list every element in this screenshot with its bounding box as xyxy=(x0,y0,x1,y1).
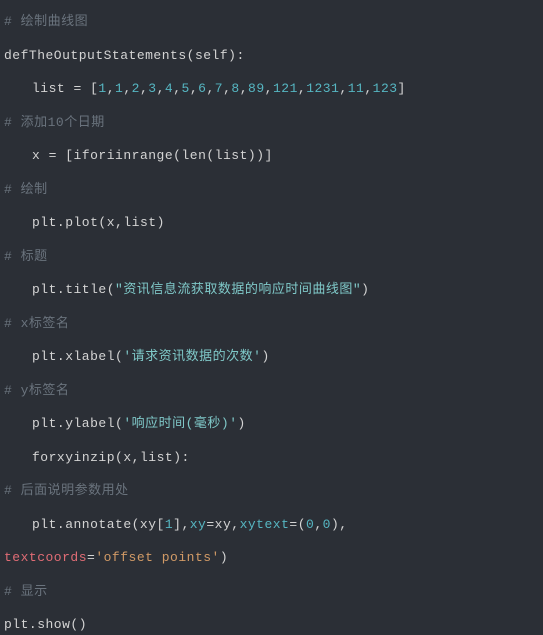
bracket: ], xyxy=(173,517,190,532)
code-line: forxyinzip(x,list): xyxy=(4,448,539,468)
func-call: plt.xlabel( xyxy=(32,349,123,364)
number: 89 xyxy=(248,81,265,96)
func-call: plt.show() xyxy=(4,617,87,632)
string: 'offset points' xyxy=(95,550,220,565)
number: 3 xyxy=(148,81,156,96)
number: 4 xyxy=(165,81,173,96)
self-param: self xyxy=(195,48,228,63)
paren: ))] xyxy=(248,148,273,163)
code-line: plt.annotate(xy[1],xy=xy,xytext=(0,0), xyxy=(4,515,539,535)
code-line: # 后面说明参数用处 xyxy=(4,481,539,501)
code-line: # 绘制 xyxy=(4,180,539,200)
assignment: list = [ xyxy=(32,81,98,96)
code-line: plt.xlabel('请求资讯数据的次数') xyxy=(4,347,539,367)
paren: ): xyxy=(173,450,190,465)
number: 11 xyxy=(348,81,365,96)
paren: ) xyxy=(157,215,165,230)
number: 1231 xyxy=(306,81,339,96)
code-line: # 绘制曲线图 xyxy=(4,12,539,32)
var: x xyxy=(123,450,131,465)
code-line: # y标签名 xyxy=(4,381,539,401)
paren: ): xyxy=(228,48,245,63)
comment: # 绘制 xyxy=(4,182,48,197)
kwarg: xy xyxy=(190,517,207,532)
operator: =( xyxy=(289,517,306,532)
string: '响应时间(毫秒)' xyxy=(123,416,237,431)
kwarg: textcoords xyxy=(4,550,87,565)
code-line: plt.ylabel('响应时间(毫秒)') xyxy=(4,414,539,434)
keyword: in xyxy=(115,148,132,163)
paren: ) xyxy=(238,416,246,431)
comment: # x标签名 xyxy=(4,316,69,331)
assignment: x = [ xyxy=(32,148,74,163)
keyword: for xyxy=(82,148,107,163)
code-line: list = [1,1,2,3,4,5,6,7,8,89,121,1231,11… xyxy=(4,79,539,99)
operator: = xyxy=(206,517,214,532)
paren: ) xyxy=(220,550,228,565)
number: 1 xyxy=(165,517,173,532)
paren: ) xyxy=(361,282,369,297)
builtin: zip xyxy=(90,450,115,465)
keyword: for xyxy=(32,450,57,465)
code-line: # 显示 xyxy=(4,582,539,602)
code-line: plt.plot(x,list) xyxy=(4,213,539,233)
number: 7 xyxy=(215,81,223,96)
code-line: x = [iforiinrange(len(list))] xyxy=(4,146,539,166)
number: 121 xyxy=(273,81,298,96)
code-line: textcoords='offset points') xyxy=(4,548,539,568)
number: 2 xyxy=(132,81,140,96)
comment: # 标题 xyxy=(4,249,48,264)
code-line: # 添加10个日期 xyxy=(4,113,539,133)
func-call: plt.plot( xyxy=(32,215,107,230)
keyword: in xyxy=(74,450,91,465)
var: list xyxy=(123,215,156,230)
keyword-def: def xyxy=(4,48,29,63)
var: x xyxy=(107,215,115,230)
number: 5 xyxy=(182,81,190,96)
builtin: range xyxy=(132,148,174,163)
bracket: ] xyxy=(398,81,406,96)
paren: ) xyxy=(261,349,269,364)
kwarg: xytext xyxy=(240,517,290,532)
code-line: defTheOutputStatements(self): xyxy=(4,46,539,66)
func-call: plt.ylabel( xyxy=(32,416,123,431)
code-line: plt.title("资讯信息流获取数据的响应时间曲线图") xyxy=(4,280,539,300)
number: 8 xyxy=(231,81,239,96)
func-name: TheOutputStatements xyxy=(29,48,187,63)
var: xy[ xyxy=(140,517,165,532)
var: i xyxy=(107,148,115,163)
var: list xyxy=(140,450,173,465)
code-line: # 标题 xyxy=(4,247,539,267)
builtin: len xyxy=(181,148,206,163)
string: "资讯信息流获取数据的响应时间曲线图" xyxy=(115,282,361,297)
number: 1 xyxy=(98,81,106,96)
comment: # 绘制曲线图 xyxy=(4,14,88,29)
paren: ( xyxy=(187,48,195,63)
var: i xyxy=(74,148,82,163)
code-line: # x标签名 xyxy=(4,314,539,334)
var: list xyxy=(215,148,248,163)
comment: # y标签名 xyxy=(4,383,69,398)
var: xy, xyxy=(215,517,240,532)
paren: ), xyxy=(331,517,348,532)
var: xy xyxy=(57,450,74,465)
comment: # 添加10个日期 xyxy=(4,115,105,130)
number: 0 xyxy=(323,517,331,532)
number: 123 xyxy=(373,81,398,96)
func-call: plt.annotate( xyxy=(32,517,140,532)
comment: # 显示 xyxy=(4,584,48,599)
comment: # 后面说明参数用处 xyxy=(4,483,129,498)
func-call: plt.title( xyxy=(32,282,115,297)
string: '请求资讯数据的次数' xyxy=(123,349,261,364)
code-line: plt.show() xyxy=(4,615,539,635)
